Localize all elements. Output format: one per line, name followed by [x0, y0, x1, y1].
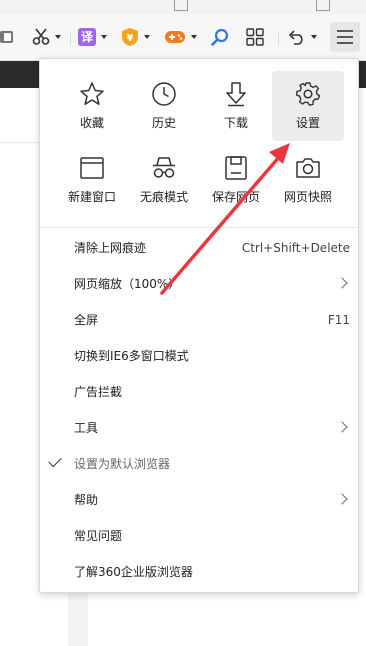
menu-item-help[interactable]: 帮助 [40, 482, 358, 518]
menu-favorites-label: 收藏 [79, 116, 104, 130]
window-control-icon[interactable] [316, 0, 330, 11]
gear-icon [295, 82, 321, 106]
menu-item-ie6-mode[interactable]: 切换到IE6多窗口模式 [40, 338, 358, 374]
game-button[interactable] [164, 22, 197, 52]
menu-downloads[interactable]: 下载 [200, 71, 272, 141]
menu-save-page[interactable]: 保存网页 [200, 145, 272, 215]
menu-snapshot-label: 网页快照 [283, 190, 332, 204]
camera-icon [296, 158, 320, 178]
browser-main-menu: 收藏 历史 下载 设置 新建窗口 无痕模式 保存网页 网页快照 清除上网痕迹 C… [39, 58, 359, 593]
coupon-button[interactable]: ¥ [121, 22, 150, 52]
translate-button[interactable]: 译 [78, 22, 107, 52]
menu-settings-label: 设置 [295, 116, 320, 130]
menu-item-set-default[interactable]: 设置为默认浏览器 [40, 446, 358, 482]
menu-icon [337, 30, 353, 44]
undo-icon [288, 30, 303, 45]
menu-divider [40, 227, 358, 228]
save-icon [225, 156, 247, 180]
menu-item-fullscreen[interactable]: 全屏 F11 [40, 302, 358, 338]
menu-item-label: 了解360企业版浏览器 [74, 565, 193, 579]
menu-item-label: 全屏 [74, 313, 99, 327]
download-icon [226, 82, 246, 107]
title-strip [0, 0, 366, 14]
menu-new-window-label: 新建窗口 [67, 190, 116, 204]
coupon-icon: ¥ [122, 28, 138, 46]
star-icon [80, 82, 104, 105]
browser-toolbar: 译 ¥ [0, 14, 366, 61]
menu-snapshot[interactable]: 网页快照 [272, 145, 344, 215]
main-menu-button[interactable] [330, 22, 360, 52]
chevron-down-icon [101, 35, 107, 39]
chevron-right-icon [336, 493, 348, 505]
scissors-icon [32, 28, 50, 45]
chevron-down-icon [311, 35, 317, 39]
menu-item-enterprise[interactable]: 了解360企业版浏览器 [40, 554, 358, 590]
menu-item-label: 切换到IE6多窗口模式 [74, 349, 189, 363]
chevron-down-icon [55, 35, 61, 39]
undo-button[interactable] [288, 22, 317, 52]
menu-item-label: 常见问题 [74, 529, 123, 543]
clock-icon [152, 82, 176, 106]
menu-save-page-label: 保存网页 [211, 190, 260, 204]
menu-item-ad-block[interactable]: 广告拦截 [40, 374, 358, 410]
restore-icon[interactable] [174, 0, 188, 11]
menu-item-clear-history[interactable]: 清除上网痕迹 Ctrl+Shift+Delete [40, 230, 358, 266]
search-button[interactable] [211, 22, 229, 52]
menu-downloads-label: 下载 [223, 116, 248, 130]
menu-history-label: 历史 [151, 116, 176, 130]
menu-item-label: 网页缩放（100%） [74, 277, 181, 291]
menu-favorites[interactable]: 收藏 [56, 71, 128, 141]
translate-icon: 译 [78, 28, 96, 46]
menu-item-label: 帮助 [74, 493, 99, 507]
menu-item-label: 广告拦截 [74, 385, 123, 399]
chevron-right-icon [336, 277, 348, 289]
menu-incognito[interactable]: 无痕模式 [128, 145, 200, 215]
apps-button[interactable] [246, 22, 264, 52]
window-icon [80, 157, 104, 179]
scissors-button[interactable] [32, 22, 61, 52]
menu-item-label: 工具 [74, 421, 99, 435]
incognito-icon [153, 157, 175, 178]
menu-history[interactable]: 历史 [128, 71, 200, 141]
menu-item-shortcut: F11 [327, 313, 350, 327]
menu-incognito-label: 无痕模式 [139, 190, 188, 204]
chevron-down-icon [144, 35, 150, 39]
svg-text:¥: ¥ [127, 33, 134, 44]
game-icon [165, 31, 185, 43]
menu-item-zoom[interactable]: 网页缩放（100%） [40, 266, 358, 302]
chevron-down-icon [191, 35, 197, 39]
search-icon [211, 28, 229, 46]
grid-icon [246, 28, 264, 46]
menu-new-window[interactable]: 新建窗口 [56, 145, 128, 215]
menu-item-label: 设置为默认浏览器 [74, 457, 171, 471]
menu-item-shortcut: Ctrl+Shift+Delete [241, 241, 350, 255]
book-icon[interactable] [0, 22, 14, 52]
menu-settings[interactable]: 设置 [272, 71, 344, 141]
check-icon [48, 453, 62, 468]
chevron-right-icon [336, 421, 348, 433]
menu-item-faq[interactable]: 常见问题 [40, 518, 358, 554]
menu-item-tools[interactable]: 工具 [40, 410, 358, 446]
menu-item-label: 清除上网痕迹 [74, 241, 147, 255]
